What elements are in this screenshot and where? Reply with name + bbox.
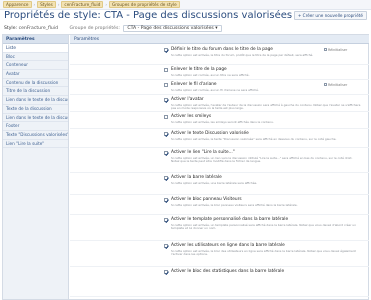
option-description: Si cette option est cochée, aucun titre … — [171, 72, 250, 77]
option-description: Si cette option est activée, une barre l… — [171, 180, 258, 185]
settings-content: Paramètres Définir le titre du forum dan… — [70, 35, 369, 299]
sidebar-item-titre[interactable]: Titre de la discussion — [3, 87, 68, 97]
option-checkbox[interactable] — [164, 132, 168, 136]
reset-checkbox[interactable] — [324, 83, 327, 86]
option-checkbox[interactable] — [164, 176, 168, 180]
option-checkbox[interactable] — [164, 98, 168, 102]
group-select-value: CTA - Page des discussions valorisées — [127, 26, 214, 31]
breadcrumb-item-style[interactable]: cenFracture_fluid — [61, 1, 104, 8]
sidebar-item-lien-texte[interactable]: Lien dans le texte de la discussion — [3, 114, 68, 123]
option-description: Si cette option est activée, les smileys… — [171, 119, 274, 124]
option-label[interactable]: Enlever le titre de la page — [171, 67, 227, 72]
sidebar-item-contenu[interactable]: Contenu de la discussion — [3, 79, 68, 88]
breadcrumb-separator: › — [33, 2, 36, 7]
group-select[interactable]: CTA - Page des discussions valorisées ▾ — [123, 25, 222, 32]
option-checkbox[interactable] — [164, 198, 168, 202]
option-row: Activer le bloc panneau Visiteurs Si cett… — [70, 195, 369, 215]
option-row: Activer la barre latérale Si cette option… — [70, 173, 369, 195]
reset-label: Réinitialiser — [328, 82, 348, 87]
style-label: Style: — [4, 26, 18, 31]
settings-sidebar: Paramètres Liste Bloc Conteneur Avatar C… — [3, 35, 69, 299]
breadcrumb-item-styles[interactable]: Styles — [37, 1, 56, 8]
option-row: Activer l'avatar Si cette option est acti… — [70, 95, 369, 112]
option-label[interactable]: Enlever le fil d'ariane — [171, 82, 217, 87]
option-description: Si cette option est activée, le titre du… — [171, 52, 314, 57]
option-description: Si cette option est cochée, aucun fil d'… — [171, 87, 259, 92]
option-label[interactable]: Activer l'avatar — [171, 97, 204, 102]
option-label[interactable]: Activer le lien "Lire la suite..." — [171, 150, 235, 155]
sidebar-item-lien-titre[interactable]: Lien dans le texte de la discussion — [3, 96, 68, 105]
breadcrumb-item-apparence[interactable]: Apparence — [3, 1, 32, 8]
option-description: Si cette option est activée, le bloc pan… — [171, 202, 298, 207]
option-row: Activer le bloc des statistiques dans la… — [70, 267, 369, 297]
option-label[interactable]: Activer les smileys — [171, 114, 211, 119]
style-value: cenFracture_fluid — [18, 26, 58, 31]
sidebar-item-texte-valorisees[interactable]: Texte "Discussions valorisées" — [3, 131, 68, 140]
reset-label: Réinitialiser — [328, 47, 348, 52]
option-checkbox[interactable] — [164, 48, 168, 52]
reset-toggle[interactable]: Réinitialiser — [324, 48, 347, 52]
option-label[interactable]: Activer les utilisateurs en ligne dans l… — [171, 243, 285, 248]
breadcrumb-item-groups[interactable]: Groupes de propriétés de style — [108, 1, 180, 8]
option-row: Activer le lien "Lire la suite..." Si cet… — [70, 148, 369, 173]
reset-checkbox[interactable] — [324, 48, 327, 51]
option-description: Si cette option est activée, le bloc des… — [171, 248, 356, 257]
option-checkbox[interactable] — [164, 151, 168, 155]
option-label[interactable]: Activer le bloc panneau Visiteurs — [171, 197, 242, 202]
option-checkbox[interactable] — [164, 218, 168, 222]
option-label[interactable]: Activer la barre latérale — [171, 175, 222, 180]
group-label: Groupe de propriétés: — [69, 26, 120, 31]
properties-panel: Paramètres Liste Bloc Conteneur Avatar C… — [2, 34, 369, 300]
page-title: Propriétés de style: CTA - Page des disc… — [4, 10, 293, 21]
sidebar-item-liste[interactable]: Liste — [3, 44, 68, 53]
top-bar: Apparence › Styles › cenFracture_fluid ›… — [0, 0, 371, 10]
reset-toggle[interactable]: Réinitialiser — [324, 83, 347, 87]
option-checkbox[interactable] — [164, 115, 168, 119]
option-checkbox[interactable] — [164, 83, 168, 87]
option-label[interactable]: Définir le titre du forum dans le titre … — [171, 47, 273, 52]
option-description: Si cette option est activée, l'avatar de… — [171, 102, 361, 111]
option-description: Si cette option est activée, un lien ver… — [171, 155, 353, 164]
sidebar-item-conteneur[interactable]: Conteneur — [3, 61, 68, 71]
sidebar-heading: Paramètres — [3, 35, 68, 44]
option-checkbox[interactable] — [164, 244, 168, 248]
sidebar-item-footer[interactable]: Footer — [3, 122, 68, 131]
sidebar-item-avatar[interactable]: Avatar — [3, 70, 68, 79]
style-meta: Style: cenFracture_fluid Groupe de propr… — [4, 25, 222, 32]
create-property-button[interactable]: + Créer une nouvelle propriété — [293, 11, 367, 20]
option-description: Si cette option est activée, le texte "D… — [171, 136, 337, 141]
option-row: Activer les smileys Si cette option est a… — [70, 112, 369, 129]
option-row: Activer le template personnalisé dans la… — [70, 215, 369, 241]
content-heading: Paramètres — [70, 35, 369, 44]
option-row: Définir le titre du forum dans le titre … — [70, 45, 369, 65]
option-row: Activer les utilisateurs en ligne dans l… — [70, 241, 369, 267]
option-row: Enlever le titre de la page Si cette opti… — [70, 65, 369, 80]
option-checkbox[interactable] — [164, 68, 168, 72]
sidebar-item-bloc[interactable]: Bloc — [3, 53, 68, 62]
breadcrumb: Apparence › Styles › cenFracture_fluid ›… — [3, 1, 180, 8]
breadcrumb-separator: › — [105, 2, 107, 7]
option-label[interactable]: Activer le bloc des statistiques dans la… — [171, 269, 284, 274]
option-label[interactable]: Activer le texte Discussion valorisée — [171, 131, 249, 136]
option-checkbox[interactable] — [164, 270, 168, 274]
option-description: Si cette option est activée, un template… — [171, 222, 357, 231]
breadcrumb-separator: › — [57, 2, 60, 7]
option-row: Activer le texte Discussion valorisée Si … — [70, 129, 369, 148]
option-row: Enlever le fil d'ariane Si cette option e… — [70, 80, 369, 95]
option-label[interactable]: Activer le template personnalisé dans la… — [171, 217, 288, 222]
sidebar-item-texte[interactable]: Texte de la discussion — [3, 105, 68, 114]
sidebar-item-lire-suite[interactable]: Lien "Lire la suite" — [3, 140, 68, 149]
